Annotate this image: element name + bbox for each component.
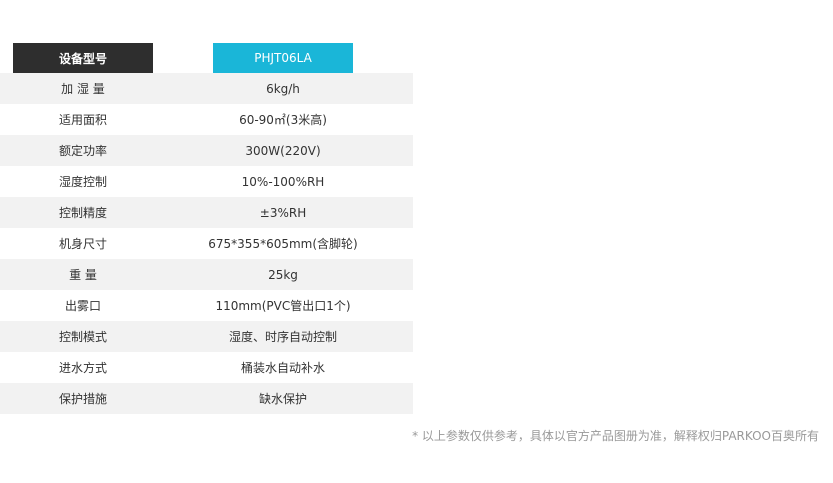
spec-label: 加 湿 量 xyxy=(61,82,105,96)
spec-value: 25kg xyxy=(268,267,298,282)
table-row: 进水方式 桶装水自动补水 xyxy=(0,352,833,383)
spec-value: 675*355*605mm(含脚轮) xyxy=(208,237,358,251)
spec-value: ±3%RH xyxy=(259,205,307,220)
table-row: 加 湿 量 6kg/h xyxy=(0,73,833,104)
spec-value: 300W(220V) xyxy=(245,143,321,158)
table-row: 适用面积 60-90㎡(3米高) xyxy=(0,104,833,135)
table-row: 湿度控制 10%-100%RH xyxy=(0,166,833,197)
spec-label: 出雾口 xyxy=(64,299,101,313)
spec-label: 保护措施 xyxy=(58,392,107,406)
spec-label: 湿度控制 xyxy=(58,175,107,189)
spec-value: 湿度、时序自动控制 xyxy=(228,330,337,344)
table-row: 控制精度 ±3%RH xyxy=(0,197,833,228)
spec-label: 额定功率 xyxy=(58,144,107,158)
table-row: 保护措施 缺水保护 xyxy=(0,383,833,414)
spec-value: 60-90㎡(3米高) xyxy=(239,113,327,127)
spec-label: 适用面积 xyxy=(58,113,107,127)
spec-label: 进水方式 xyxy=(58,361,107,375)
spec-label: 控制精度 xyxy=(58,206,107,220)
spec-value: 110mm(PVC管出口1个) xyxy=(215,299,351,313)
spec-label: 重 量 xyxy=(69,268,97,282)
spec-value: 桶装水自动补水 xyxy=(240,361,325,375)
spec-table-header: 设备型号 PHJT06LA xyxy=(0,43,833,73)
table-row: 机身尺寸 675*355*605mm(含脚轮) xyxy=(0,228,833,259)
table-row: 出雾口 110mm(PVC管出口1个) xyxy=(0,290,833,321)
model-label-header: 设备型号 xyxy=(13,43,153,73)
table-row: 重 量 25kg xyxy=(0,259,833,290)
spec-value: 10%-100%RH xyxy=(241,174,325,189)
spec-label: 机身尺寸 xyxy=(58,237,107,251)
table-row: 控制模式 湿度、时序自动控制 xyxy=(0,321,833,352)
spec-value: 6kg/h xyxy=(266,81,300,96)
spec-value: 缺水保护 xyxy=(258,392,307,406)
model-number-header: PHJT06LA xyxy=(213,43,353,73)
spec-table: 加 湿 量 6kg/h 适用面积 60-90㎡(3米高) 额定功率 300W(2… xyxy=(0,73,833,414)
spec-label: 控制模式 xyxy=(58,330,107,344)
disclaimer-footnote: * 以上参数仅供参考，具体以官方产品图册为准，解释权归PARKOO百奥所有 xyxy=(412,429,819,443)
table-row: 额定功率 300W(220V) xyxy=(0,135,833,166)
